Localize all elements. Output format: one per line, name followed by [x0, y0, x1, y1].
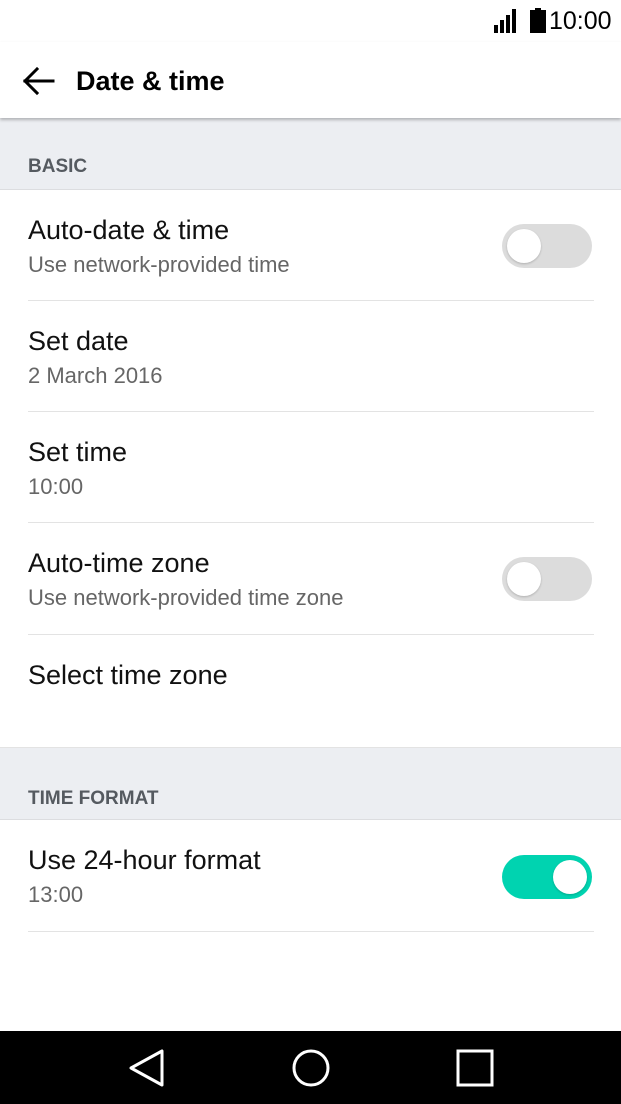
- setting-subtitle: Use network-provided time zone: [28, 585, 344, 610]
- setting-title: Auto-time zone: [28, 548, 210, 578]
- status-time: 10:00: [549, 7, 612, 35]
- circle-home-icon: [292, 1049, 330, 1087]
- setting-set-date[interactable]: Set date 2 March 2016: [0, 301, 621, 412]
- section-header-time-format: TIME FORMAT: [0, 747, 621, 820]
- toggle-knob: [507, 562, 541, 596]
- triangle-back-icon: [129, 1049, 164, 1087]
- battery-icon: [530, 8, 546, 33]
- status-bar: 10:00: [0, 0, 621, 42]
- divider: [28, 931, 594, 932]
- setting-title: Select time zone: [28, 660, 228, 690]
- app-bar: Date & time: [0, 42, 621, 118]
- toggle-knob: [507, 229, 541, 263]
- section-header-basic: BASIC: [0, 118, 621, 190]
- section-label-time-format: TIME FORMAT: [28, 788, 159, 809]
- setting-title: Auto-date & time: [28, 215, 230, 245]
- navigation-bar: [0, 1031, 621, 1104]
- setting-use-24-hour-format[interactable]: Use 24-hour format 13:00: [0, 820, 621, 932]
- setting-auto-time-zone[interactable]: Auto-time zone Use network-provided time…: [0, 523, 621, 635]
- setting-value: 2 March 2016: [28, 363, 163, 388]
- use-24-hour-toggle[interactable]: [502, 855, 592, 899]
- nav-recents-button[interactable]: [452, 1045, 498, 1091]
- auto-time-zone-toggle[interactable]: [502, 557, 592, 601]
- section-label-basic: BASIC: [28, 156, 88, 177]
- page-title: Date & time: [76, 66, 225, 96]
- signal-icon: [494, 9, 516, 33]
- nav-home-button[interactable]: [288, 1045, 334, 1091]
- setting-subtitle: Use network-provided time: [28, 252, 290, 277]
- setting-auto-date-time[interactable]: Auto-date & time Use network-provided ti…: [0, 190, 621, 301]
- toggle-knob: [553, 860, 587, 894]
- auto-date-time-toggle[interactable]: [502, 224, 592, 268]
- setting-title: Set date: [28, 326, 129, 356]
- nav-back-button[interactable]: [124, 1045, 170, 1091]
- setting-subtitle: 13:00: [28, 882, 84, 907]
- setting-select-time-zone[interactable]: Select time zone: [0, 635, 621, 746]
- setting-value: 10:00: [28, 474, 84, 499]
- setting-title: Set time: [28, 437, 128, 467]
- setting-set-time[interactable]: Set time 10:00: [0, 412, 621, 523]
- arrow-back-icon: [22, 66, 55, 96]
- square-recents-icon: [456, 1049, 494, 1087]
- setting-title: Use 24-hour format: [28, 845, 261, 875]
- back-button[interactable]: [18, 60, 60, 102]
